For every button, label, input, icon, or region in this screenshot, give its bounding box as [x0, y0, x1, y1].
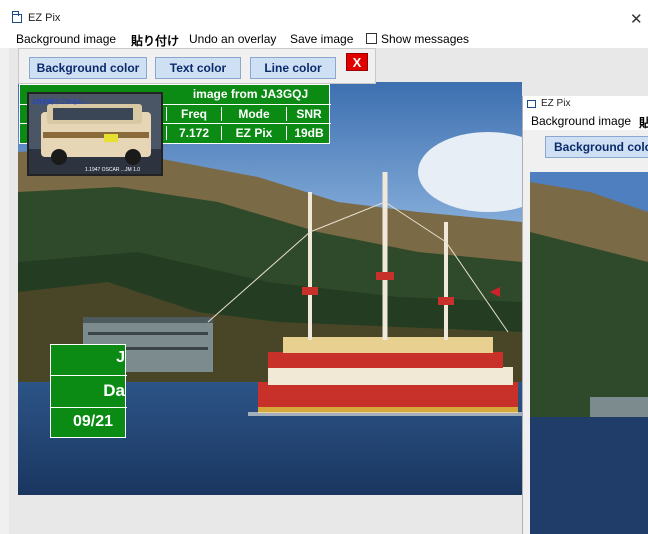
second-window-menu: Background image 貼	[523, 112, 648, 130]
menu-background-image[interactable]: Background image	[16, 32, 116, 46]
second-table-row2: Da	[103, 381, 125, 400]
second-divider-1	[51, 375, 127, 376]
second-menu-background-image[interactable]: Background image	[531, 114, 631, 128]
app-icon	[12, 11, 22, 23]
header-mode: Mode	[221, 107, 286, 121]
header-snr: SNR	[286, 107, 331, 121]
second-window-title: EZ Pix	[541, 98, 571, 109]
second-table-row3: 09/21	[73, 413, 114, 430]
line-color-button[interactable]: Line color	[250, 57, 336, 79]
value-snr: 19dB	[286, 126, 331, 140]
text-color-button[interactable]: Text color	[155, 57, 241, 79]
menu-show-messages[interactable]: Show messages	[381, 32, 469, 46]
thumbnail-caption: 2月初旬うごかない...	[32, 99, 90, 106]
menu-paste[interactable]: 貼り付け	[131, 32, 179, 49]
second-window-app-icon	[527, 100, 536, 108]
second-menu-paste[interactable]: 貼	[639, 114, 648, 131]
menu-bar: Background image 貼り付け Undo an overlay Sa…	[0, 30, 648, 48]
second-window-titlebar: EZ Pix	[523, 96, 648, 112]
close-toolbar-button[interactable]: X	[346, 53, 368, 71]
second-ship-photo	[530, 172, 648, 534]
main-window: EZ Pix ✕ Background image 貼り付け Undo an o…	[0, 0, 648, 534]
value-mode: EZ Pix	[221, 126, 286, 140]
window-title: EZ Pix	[28, 12, 61, 24]
background-color-button[interactable]: Background color	[29, 57, 147, 79]
second-background-photo	[530, 172, 648, 534]
close-window-button[interactable]: ✕	[630, 10, 643, 28]
header-freq: Freq	[166, 107, 221, 121]
color-toolbar: Background color Text color Line color	[18, 48, 376, 84]
second-table-row1: J	[116, 349, 125, 366]
second-overlay-table: J Da 09/21	[50, 344, 127, 438]
title-bar: EZ Pix ✕	[0, 0, 648, 30]
second-background-color-button[interactable]: Background color	[545, 136, 648, 158]
value-freq: 7.172	[166, 126, 221, 140]
thumbnail-subcaption: 1.1947 OSCAR ...JM 1.0	[85, 167, 141, 173]
second-divider-2	[51, 407, 127, 408]
menu-undo-overlay[interactable]: Undo an overlay	[189, 32, 276, 46]
car-thumbnail-image	[29, 94, 161, 174]
overlay-thumbnail[interactable]: 2月初旬うごかない... 1.1947 OSCAR ...JM 1.0	[27, 92, 163, 176]
menu-save-image[interactable]: Save image	[290, 32, 353, 46]
show-messages-checkbox[interactable]	[366, 33, 377, 44]
